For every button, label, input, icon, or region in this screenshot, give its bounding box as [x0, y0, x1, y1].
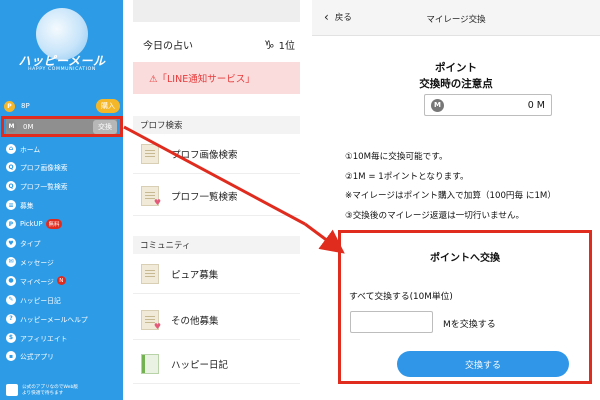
fortune-rank: ♑ 1位: [264, 37, 295, 52]
point-exchange-card: ポイントへ交換 すべて交換する(10M単位) Mを交換する 交換する: [338, 230, 592, 384]
search-icon: Q: [6, 181, 16, 192]
pickup-icon: P: [6, 219, 16, 230]
message-icon: ✉: [6, 256, 16, 267]
sidebar-item-1[interactable]: Q プロフ画像検索: [6, 159, 120, 176]
happymail-logo[interactable]: ハッピーメール HAPPY COMMUNICATION: [14, 6, 110, 90]
free-badge: 無料: [45, 219, 63, 230]
app-icon: [6, 384, 18, 396]
screenshot-stage: ハッピーメール HAPPY COMMUNICATION P 8P 購入 M 0M…: [0, 0, 600, 400]
sidebar-item-0[interactable]: ⌂ ホーム: [6, 140, 120, 157]
search-icon: Q: [6, 162, 16, 173]
heart-icon: ♥: [6, 238, 16, 248]
sidebar-item-6[interactable]: ✉ メッセージ: [6, 253, 120, 270]
mileage-balance-value: 0 M: [527, 99, 545, 111]
mileage-exchange-page: ‹ 戻る マイレージ交換 ポイント 交換時の注意点 M 0 M ①10M毎に交換…: [312, 0, 600, 400]
sidebar-item-label: 公式アプリ: [20, 353, 54, 362]
sidebar-item-label: ハッピー日記: [20, 296, 61, 305]
notice-heading-line-2: 交換時の注意点: [419, 78, 493, 90]
menu-item-label: ピュア募集: [171, 269, 219, 281]
points-row: P 8P 購入: [4, 98, 120, 114]
exchange-card-title: ポイントへ交換: [430, 253, 500, 264]
fortune-rank-text: 1位: [278, 40, 295, 52]
sidebar-item-label: プロフ一覧検索: [20, 183, 68, 192]
diary-icon: ✎: [6, 294, 16, 305]
new-badge: N: [56, 276, 66, 286]
section-community: コミュニティ: [133, 236, 300, 254]
sidebar-item-9[interactable]: ? ハッピーメールヘルプ: [6, 310, 120, 327]
main-menu-panel: 今日の占い ♑ 1位 ⚠「LINE通知サービス」 プロフ検索 プロフ画像検索 ♥ …: [133, 0, 300, 400]
menu-item-label: ハッピー日記: [171, 359, 229, 371]
point-coin-icon: P: [4, 100, 15, 112]
logo-subtext: HAPPY COMMUNICATION: [28, 67, 96, 72]
profile-doc-icon: [141, 143, 159, 164]
amount-suffix-label: Mを交換する: [443, 320, 496, 330]
list-icon: ≡: [6, 200, 16, 211]
fortune-label: 今日の占い: [143, 40, 193, 52]
footer-line-2: より快適で待ちます: [22, 391, 64, 396]
rule-line: ③交換後のマイレージ返還は一切行いません。: [345, 210, 525, 221]
sidebar-item-label: ハッピーメールヘルプ: [20, 315, 88, 324]
points-value: 8P: [21, 102, 30, 110]
notice-heading: ポイント 交換時の注意点: [312, 60, 600, 92]
diary-icon: [141, 353, 159, 374]
capricorn-icon: ♑: [263, 37, 275, 52]
sidebar-footer[interactable]: 公式のアプリなのでWeb版 より快適で待ちます: [6, 384, 118, 400]
page-title: マイレージ交換: [426, 15, 486, 25]
dollar-icon: $: [6, 332, 16, 343]
menu-item-label: その他募集: [171, 315, 219, 327]
mileage-balance: M 0 M: [424, 94, 552, 116]
menu-item-label: プロフ画像検索: [171, 149, 238, 161]
section-profile-search: プロフ検索: [133, 116, 300, 134]
footer-line-1: 公式のアプリなのでWeb版: [22, 385, 78, 390]
app-icon: ▪: [6, 351, 16, 362]
home-icon: ⌂: [6, 143, 16, 154]
user-icon: ●: [6, 275, 16, 286]
sidebar-item-7[interactable]: ● マイページ N: [6, 272, 120, 289]
sidebar-item-label: ホーム: [20, 145, 41, 154]
menu-item-prof-list-search[interactable]: ♥ プロフ一覧検索: [133, 176, 300, 216]
fortune-row[interactable]: 今日の占い ♑ 1位: [133, 26, 300, 62]
sidebar-item-label: マイページ: [20, 277, 54, 286]
mileage-highlight-box: [1, 116, 123, 137]
exchange-all-label: すべて交換する(10M単位): [349, 292, 453, 302]
rule-line: ※マイレージはポイント購入で加算（100円毎 に1M）: [345, 191, 556, 201]
mileage-amount-input[interactable]: [350, 311, 433, 333]
sidebar-item-4[interactable]: P PickUP 無料: [6, 216, 120, 233]
sidebar-item-label: プロフ画像検索: [20, 164, 68, 173]
rule-line: ②1M = 1ポイントとなります。: [345, 171, 469, 182]
page-header: ‹ 戻る マイレージ交換: [312, 0, 600, 36]
help-icon: ?: [6, 313, 16, 324]
menu-item-label: プロフ一覧検索: [171, 191, 238, 203]
sidebar-item-10[interactable]: $ アフィリエイト: [6, 329, 120, 346]
sidebar: ハッピーメール HAPPY COMMUNICATION P 8P 購入 M 0M…: [0, 0, 123, 400]
board-doc-icon: [141, 263, 159, 284]
sidebar-item-label: タイプ: [20, 240, 41, 248]
sidebar-item-5[interactable]: ♥ タイプ: [6, 235, 120, 252]
menu-item-happy-diary[interactable]: ハッピー日記: [133, 344, 300, 384]
sidebar-item-3[interactable]: ≡ 募集: [6, 197, 120, 214]
notice-heading-line-1: ポイント: [435, 62, 477, 74]
line-notice-banner[interactable]: ⚠「LINE通知サービス」: [133, 62, 300, 94]
sidebar-item-label: 募集: [20, 202, 34, 211]
sidebar-item-label: アフィリエイト: [20, 334, 68, 343]
sidebar-item-11[interactable]: ▪ 公式アプリ: [6, 348, 120, 365]
menu-item-pure-board[interactable]: ピュア募集: [133, 254, 300, 294]
rule-line: ①10M毎に交換可能です。: [345, 152, 448, 162]
sidebar-item-label: メッセージ: [20, 258, 54, 267]
sidebar-item-2[interactable]: Q プロフ一覧検索: [6, 178, 120, 195]
exchange-rules: ①10M毎に交換可能です。 ②1M = 1ポイントとなります。 ※マイレージはポ…: [345, 148, 600, 226]
mileage-icon: M: [431, 98, 444, 112]
menu-item-other-board[interactable]: ♥ その他募集: [133, 300, 300, 340]
top-bar: [133, 0, 300, 22]
sidebar-item-8[interactable]: ✎ ハッピー日記: [6, 291, 120, 308]
menu-item-prof-image-search[interactable]: プロフ画像検索: [133, 134, 300, 174]
profile-heart-icon: ♥: [141, 185, 161, 206]
sidebar-item-label: PickUP: [20, 220, 43, 229]
exchange-button[interactable]: 交換する: [397, 351, 569, 377]
buy-points-button[interactable]: 購入: [96, 99, 120, 113]
board-heart-icon: ♥: [141, 309, 161, 330]
